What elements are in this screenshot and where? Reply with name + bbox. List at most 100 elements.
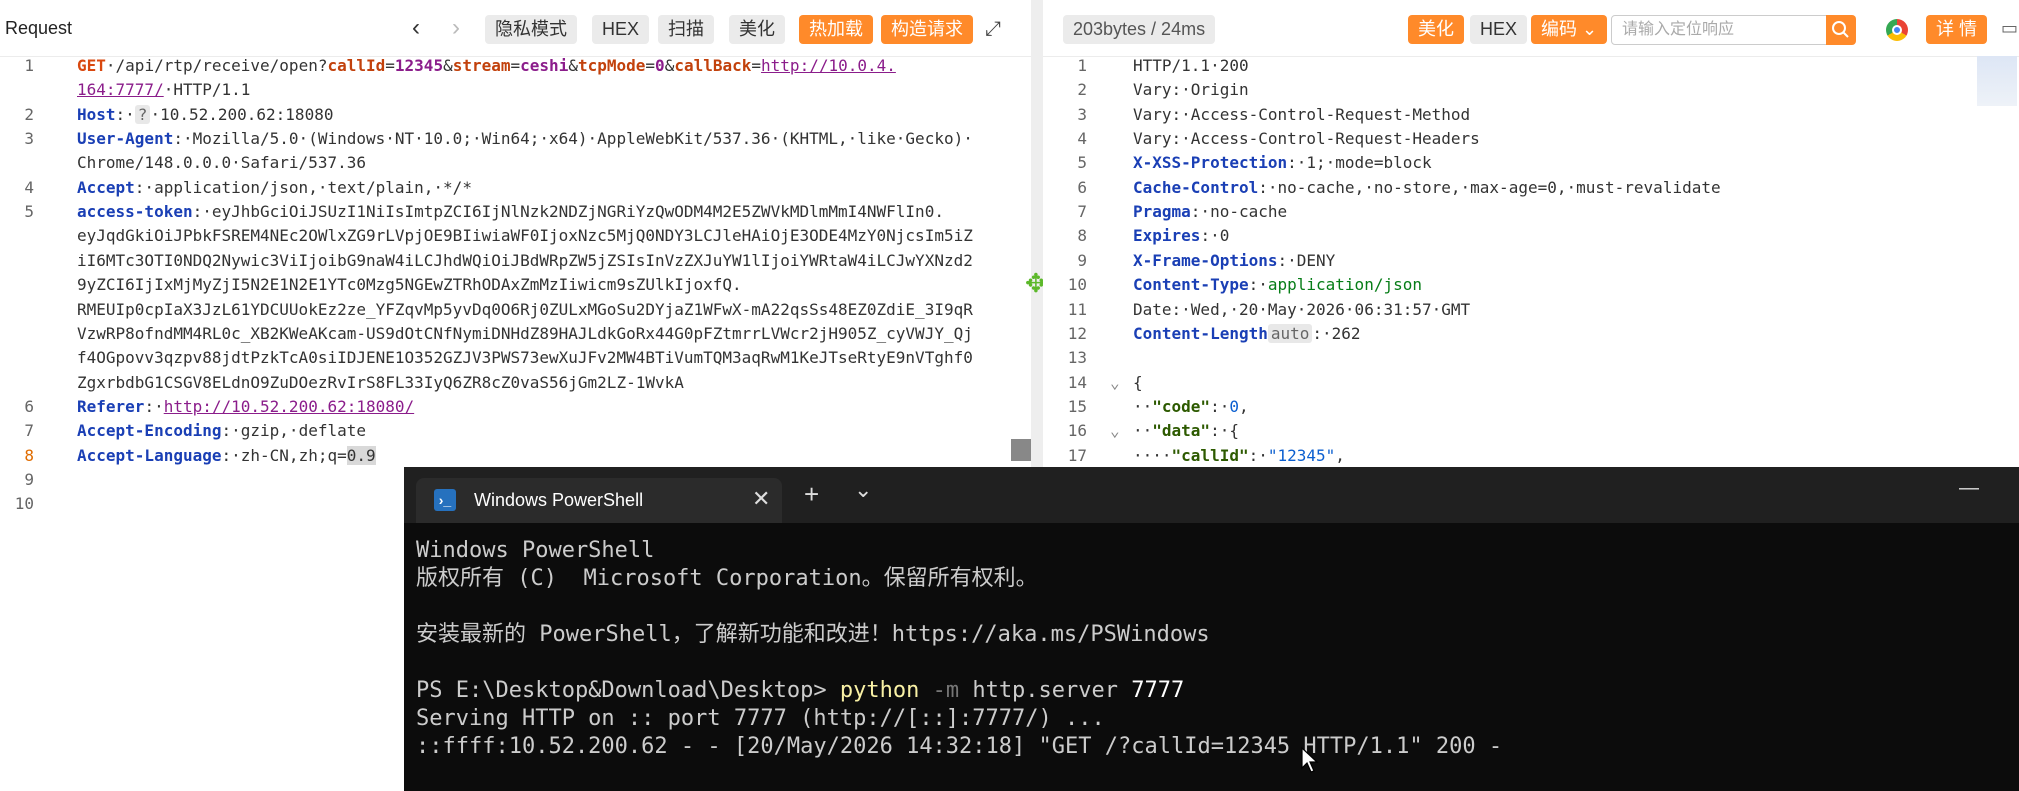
console-line: Serving HTTP on :: port 7777 (http://[::… [416, 706, 1105, 731]
encode-label: 编码 [1541, 19, 1577, 39]
command-port: 7777 [1131, 678, 1185, 703]
hot-reload-button[interactable]: 热加载 [799, 15, 873, 44]
code-token: "callId" [1171, 445, 1249, 465]
console-line: 安装最新的 PowerShell，了解新功能和改进！https://aka.ms… [416, 622, 1210, 647]
fold-arrow-icon[interactable]: ⌄ [1110, 421, 1120, 440]
code-line: Date:·Wed,·20·May·2026·06:31:57·GMT [1133, 300, 1470, 319]
scan-button[interactable]: 扫描 [658, 15, 714, 44]
code-token: http://10.52.200.62:18080/ [163, 396, 415, 416]
chevron-down-icon: ⌄ [1582, 19, 1598, 39]
code-token: & [568, 56, 578, 75]
line-number: 3 [1077, 104, 1087, 124]
line-number: 8 [24, 445, 34, 465]
line-number: 1 [24, 56, 34, 75]
code-token: Vary:·Access-Control-Request-Headers [1133, 129, 1480, 149]
powershell-tabbar: ›_ Windows PowerShell ✕ + ⌄ — [404, 467, 2019, 523]
code-line: Referer:·http://10.52.200.62:18080/ [77, 397, 414, 416]
construct-request-button[interactable]: 构造请求 [881, 15, 973, 44]
code-token: :·DENY [1277, 250, 1336, 270]
new-tab-icon[interactable]: + [804, 479, 819, 510]
powershell-tab[interactable]: ›_ Windows PowerShell ✕ [416, 478, 782, 523]
code-token: & [443, 56, 453, 75]
line-number: 7 [24, 421, 34, 441]
search-icon [1832, 21, 1849, 38]
response-hex-button[interactable]: HEX [1470, 15, 1528, 44]
command-args: http.server [959, 678, 1132, 703]
code-token: tcpMode [577, 56, 646, 75]
code-token: Content-Type [1133, 275, 1249, 295]
code-line: 9yZCI6IjIxMjMyZjI5N2E1N2E1YTc0Mzg5NGEwZT… [77, 275, 742, 294]
code-line: Accept-Encoding:·gzip,·deflate [77, 421, 366, 440]
code-token: X-Frame-Options [1133, 250, 1278, 270]
command-flag: -m [919, 678, 960, 703]
forward-arrow-icon[interactable]: › [452, 14, 460, 42]
code-line: 164:7777/·HTTP/1.1 [77, 80, 250, 99]
search-button[interactable] [1826, 15, 1856, 45]
code-line: ··"code":·0, [1133, 397, 1249, 416]
code-line: GET·/api/rtp/receive/open?callId=12345&s… [77, 56, 896, 75]
response-minimap[interactable] [1977, 56, 2017, 106]
code-line: Expires:·0 [1133, 226, 1229, 245]
code-token: ·/api/rtp/receive/open? [105, 56, 328, 75]
beautify-button[interactable]: 美化 [729, 15, 785, 44]
expand-icon[interactable]: ⤢ [985, 18, 1001, 41]
code-line: { [1133, 373, 1143, 392]
line-number: 10 [1067, 275, 1087, 295]
tab-dropdown-icon[interactable]: ⌄ [854, 477, 872, 503]
privacy-mode-button[interactable]: 隐私模式 [485, 15, 577, 44]
code-token: & [664, 56, 675, 75]
code-token: GET [77, 56, 106, 75]
code-line: Cache-Control:·no-cache,·no-store,·max-a… [1133, 178, 1721, 197]
code-line: access-token:·eyJhbGciOiJSUzI1NiIsImtpZC… [77, 202, 944, 221]
code-token: :·eyJhbGciOiJSUzI1NiIsImtpZCI6IjNlNzk2ND… [192, 202, 944, 222]
hex-button[interactable]: HEX [592, 15, 650, 44]
code-token: "code" [1152, 396, 1211, 416]
comment-icon[interactable]: ▭ [2001, 18, 2018, 39]
code-token: = [751, 56, 762, 75]
console-command-line: PS E:\Desktop&Download\Desktop> python -… [416, 677, 1502, 705]
powershell-console[interactable]: Windows PowerShell 版权所有 (C) Microsoft Cor… [416, 537, 1502, 761]
chrome-icon[interactable] [1886, 19, 1908, 41]
code-token: Host [77, 104, 116, 124]
fold-arrow-icon[interactable]: ⌄ [1110, 373, 1120, 392]
code-token: ceshi [520, 56, 569, 75]
request-toolbar: Request ‹ › 隐私模式 HEX 扫描 美化 热加载 构造请求 ⤢ [0, 0, 1031, 57]
powershell-icon: ›_ [434, 489, 456, 511]
code-token: :·262 [1312, 323, 1361, 343]
line-number: 5 [1077, 153, 1087, 173]
code-line: Content-Length auto:·262 [1133, 323, 1361, 343]
code-line: eyJqdGkiOiJPbkFSREM4NEc2OWlxZG9rLVpjOE9B… [77, 226, 973, 245]
code-token: http://10.0.4. [761, 56, 896, 75]
code-token: Accept-Language [77, 445, 222, 465]
code-line: X-XSS-Protection:·1;·mode=block [1133, 153, 1432, 172]
response-beautify-button[interactable]: 美化 [1408, 15, 1464, 44]
code-token: Chrome/148.0.0.0·Safari/537.36 [77, 153, 366, 173]
code-token: RMEUIp0cpIaX3JzL61YDCUUokEz2ze_YFZqvMp5y… [77, 299, 973, 319]
response-search-input[interactable]: 请输入定位响应 [1611, 15, 1848, 45]
code-token: ·· [1133, 421, 1153, 441]
code-token: X-XSS-Protection [1133, 153, 1288, 173]
code-line: RMEUIp0cpIaX3JzL61YDCUUokEz2ze_YFZqvMp5y… [77, 300, 973, 319]
code-token: auto [1267, 323, 1313, 343]
back-arrow-icon[interactable]: ‹ [412, 14, 420, 42]
code-line: Vary:·Access-Control-Request-Headers [1133, 129, 1480, 148]
details-button[interactable]: 详 情 [1926, 15, 1988, 44]
powershell-window[interactable]: ›_ Windows PowerShell ✕ + ⌄ — Windows Po… [404, 467, 2019, 791]
request-scrollbar[interactable] [1011, 439, 1031, 461]
line-number: 3 [24, 129, 34, 149]
code-token: HTTP/1.1·200 [1133, 56, 1249, 75]
close-tab-icon[interactable]: ✕ [752, 486, 770, 512]
code-token: :·1;·mode=block [1287, 153, 1432, 173]
code-token: Content-Length [1133, 323, 1268, 343]
code-token: Date:·Wed,·20·May·2026·06:31:57·GMT [1133, 299, 1471, 319]
minimize-icon[interactable]: — [1959, 477, 1979, 500]
response-stats: 203bytes / 24ms [1063, 15, 1216, 44]
line-number: 4 [1077, 129, 1087, 149]
code-token: :·application/json,·text/plain,·*/* [134, 177, 472, 197]
encode-dropdown[interactable]: 编码 ⌄ [1531, 15, 1608, 44]
line-number: 14 [1067, 372, 1087, 392]
code-token: "12345" [1267, 445, 1336, 465]
code-line: Accept-Language:·zh-CN,zh;q=0.9 [77, 445, 376, 465]
code-line: Pragma:·no-cache [1133, 202, 1287, 221]
code-token: { [1133, 372, 1143, 392]
